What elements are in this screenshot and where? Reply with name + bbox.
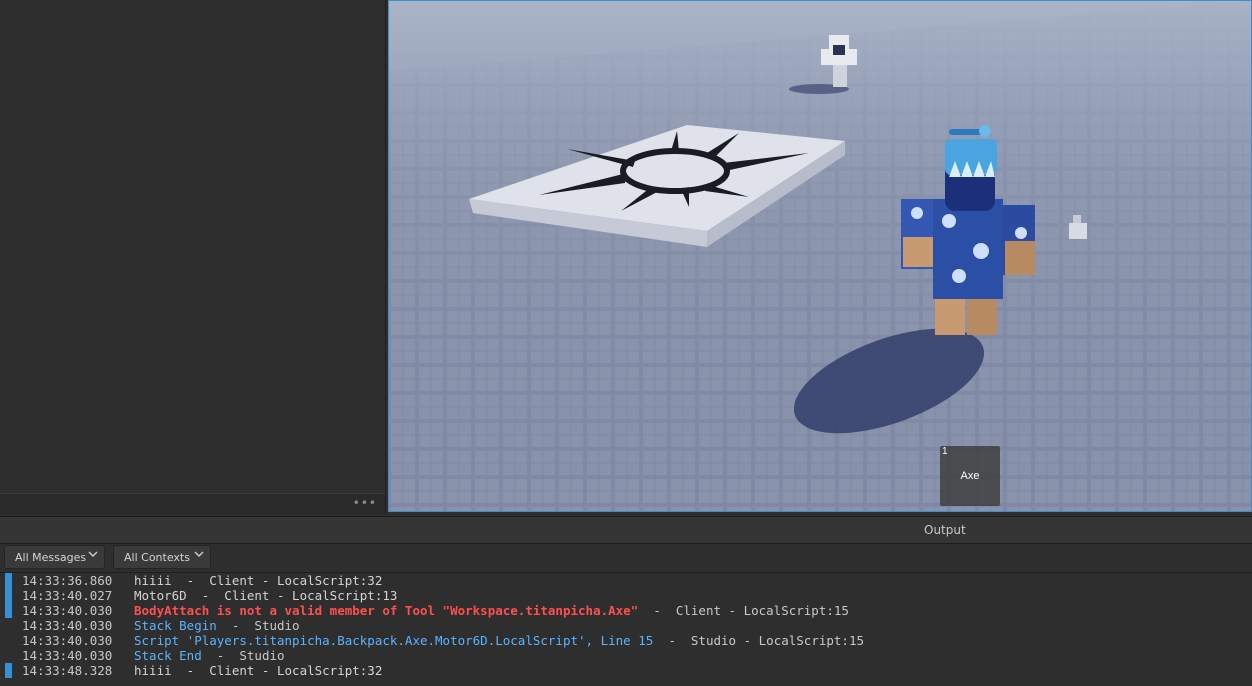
output-log[interactable]: 14:33:36.860 hiiii - Client - LocalScript…	[0, 573, 1252, 685]
log-message: hiiii - Client - LocalScript:32	[134, 573, 382, 588]
more-options-icon[interactable]: •••	[353, 496, 377, 510]
log-timestamp: 14:33:48.328	[22, 663, 113, 678]
log-entry[interactable]: 14:33:40.030 Stack Begin - Studio	[0, 618, 1252, 633]
output-filter-bar: All Messages All Contexts	[0, 544, 1252, 573]
log-message-text: Motor6D - Client - LocalScript:13	[134, 588, 398, 603]
log-timestamp: 14:33:40.030	[22, 633, 113, 648]
chevron-down-icon	[88, 551, 98, 557]
log-message-text: BodyAttach is not a valid member of Tool…	[134, 603, 639, 618]
log-message: Script 'Players.titanpicha.Backpack.Axe.…	[134, 633, 864, 648]
hotbar-slot-1[interactable]: 1 Axe	[940, 446, 1000, 506]
log-message-source: - Studio	[216, 618, 300, 633]
log-entry-marker	[5, 573, 12, 588]
log-message: hiiii - Client - LocalScript:32	[134, 663, 382, 678]
log-entry[interactable]: 14:33:40.030 Script 'Players.titanpicha.B…	[0, 633, 1252, 648]
output-title: Output	[924, 523, 966, 537]
log-entry-marker	[5, 588, 12, 603]
log-entry[interactable]: 14:33:40.030 BodyAttach is not a valid me…	[0, 603, 1252, 618]
log-timestamp: 14:33:40.030	[22, 603, 113, 618]
log-message-text: Stack Begin	[134, 618, 217, 633]
log-message: Stack Begin - Studio	[134, 618, 300, 633]
contexts-filter-dropdown[interactable]: All Contexts	[113, 545, 211, 569]
log-message-source: - Studio - LocalScript:15	[653, 633, 864, 648]
game-viewport[interactable]: 1 Axe	[388, 0, 1252, 512]
chevron-down-icon	[194, 551, 204, 557]
log-message-text: Script 'Players.titanpicha.Backpack.Axe.…	[134, 633, 654, 648]
contexts-filter-label: All Contexts	[124, 551, 190, 564]
log-timestamp: 14:33:40.030	[22, 618, 113, 633]
log-entry-marker	[5, 663, 12, 678]
left-panel: •••	[0, 0, 386, 514]
output-panel: Output All Messages All Contexts 14:33:3…	[0, 516, 1252, 686]
log-entry[interactable]: 14:33:40.027 Motor6D - Client - LocalScri…	[0, 588, 1252, 603]
log-message-source: - Client - LocalScript:15	[638, 603, 849, 618]
output-title-bar[interactable]: Output	[0, 517, 1252, 544]
log-message: BodyAttach is not a valid member of Tool…	[134, 603, 849, 618]
log-message-text: hiiii - Client - LocalScript:32	[134, 663, 383, 678]
log-message: Motor6D - Client - LocalScript:13	[134, 588, 397, 603]
log-message-text: hiiii - Client - LocalScript:32	[134, 573, 383, 588]
log-entry[interactable]: 14:33:48.328 hiiii - Client - LocalScript…	[0, 663, 1252, 678]
log-entry[interactable]: 14:33:40.030 Stack End - Studio	[0, 648, 1252, 663]
log-timestamp: 14:33:40.030	[22, 648, 113, 663]
log-message-source: - Studio	[201, 648, 285, 663]
hotbar-tool-name: Axe	[960, 470, 980, 482]
log-timestamp: 14:33:36.860	[22, 573, 113, 588]
log-message-text: Stack End	[134, 648, 202, 663]
log-timestamp: 14:33:40.027	[22, 588, 113, 603]
hotbar-slot-number: 1	[942, 446, 948, 457]
scene-render	[389, 1, 1251, 511]
log-message: Stack End - Studio	[134, 648, 285, 663]
log-entry-marker	[5, 603, 12, 618]
left-panel-footer: •••	[0, 493, 385, 514]
messages-filter-dropdown[interactable]: All Messages	[4, 545, 105, 569]
log-entry[interactable]: 14:33:36.860 hiiii - Client - LocalScript…	[0, 573, 1252, 588]
messages-filter-label: All Messages	[15, 551, 87, 564]
